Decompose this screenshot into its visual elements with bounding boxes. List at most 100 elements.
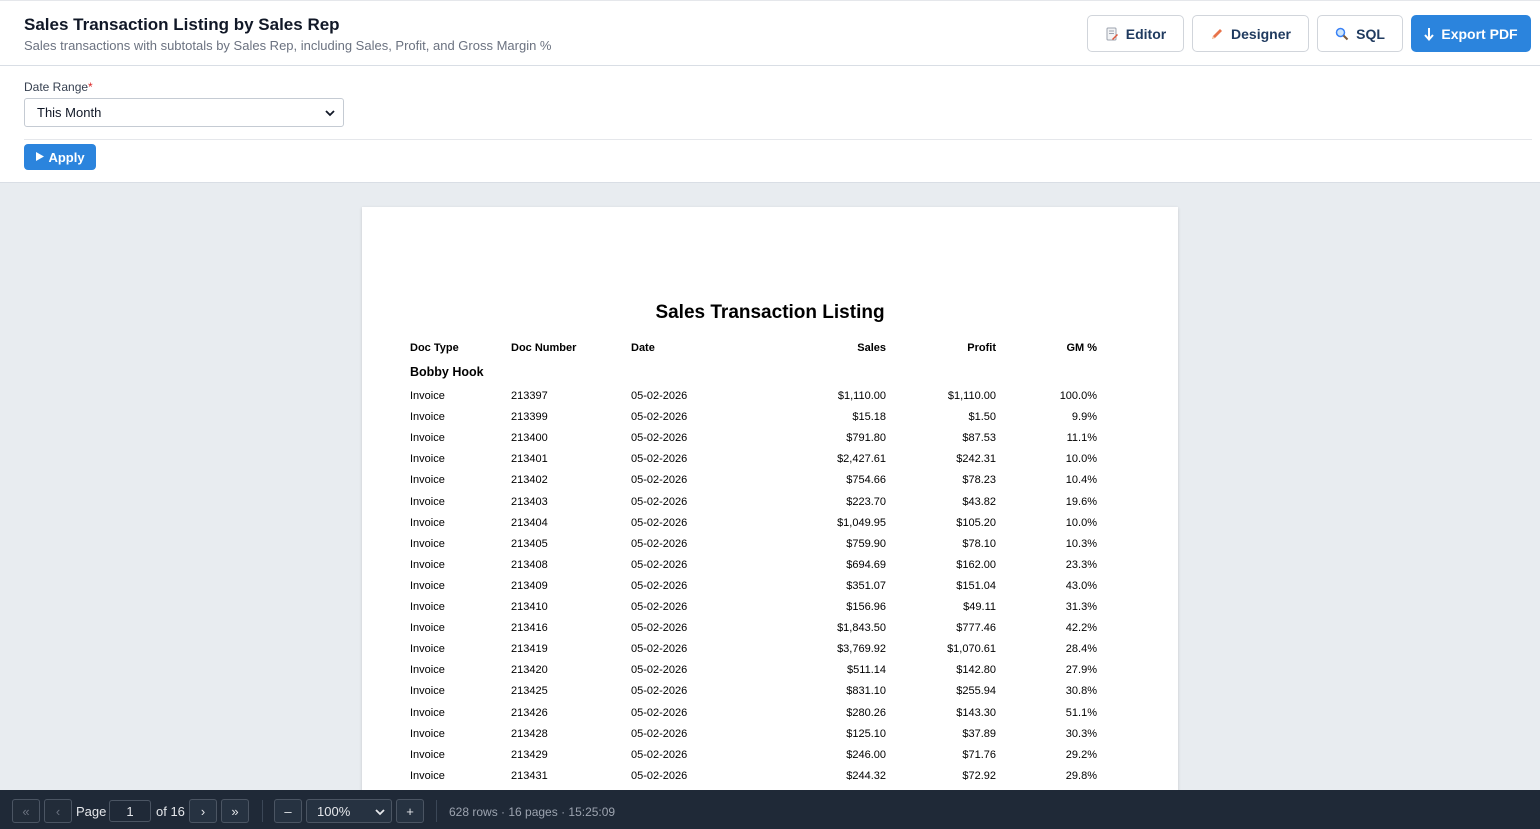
cell-profit: $1.50	[968, 411, 996, 424]
cell-gm: 10.3%	[1065, 537, 1097, 550]
cell-date: 05-02-2026	[631, 558, 688, 571]
download-arrow-icon	[1424, 27, 1435, 41]
cell-date: 05-02-2026	[631, 706, 688, 719]
table-row: Invoice 213402 05-02-2026 $754.66 $78.23 10.4…	[362, 474, 1178, 495]
next-page-button[interactable]: ›	[189, 799, 217, 823]
chevron-down-icon	[375, 804, 385, 819]
cell-doc-number: 213402	[511, 474, 548, 487]
cell-sales: $156.96	[846, 601, 886, 613]
editor-button-label: Editor	[1125, 25, 1167, 42]
cell-doc-number: 213400	[511, 432, 548, 445]
cell-gm: 27.9%	[1065, 664, 1097, 677]
filter-panel: Date Range* This Month Apply	[0, 66, 1540, 183]
cell-doc-number: 213428	[511, 727, 548, 740]
cell-date: 05-02-2026	[631, 495, 688, 508]
pager-bar: « ‹ Page 1 of 16 › » – 100% + 628 rows ·…	[0, 790, 1540, 829]
cell-sales: $831.10	[846, 685, 886, 698]
prev-page-button[interactable]: ‹	[44, 799, 72, 823]
cell-date: 05-02-2026	[631, 537, 688, 550]
cell-sales: $1,843.50	[837, 622, 886, 635]
zoom-out-button[interactable]: –	[274, 799, 302, 823]
cell-doc-number: 213425	[511, 685, 548, 698]
cell-doc-type: Invoice	[410, 453, 445, 466]
play-icon	[35, 150, 45, 165]
cell-date: 05-02-2026	[631, 579, 688, 592]
cell-doc-type: Invoice	[410, 622, 445, 635]
chevron-down-icon	[325, 105, 335, 120]
cell-gm: 51.1%	[1065, 706, 1097, 719]
cell-doc-number: 213410	[511, 601, 548, 613]
table-row: Invoice 213408 05-02-2026 $694.69 $162.00 23.…	[362, 559, 1178, 580]
designer-button-label: Designer	[1231, 25, 1291, 42]
cell-profit: $37.89	[962, 727, 996, 740]
cell-profit: $143.30	[956, 706, 996, 719]
cell-sales: $2,427.61	[837, 453, 886, 466]
cell-date: 05-02-2026	[631, 474, 688, 487]
cell-gm: 29.8%	[1065, 769, 1097, 782]
table-row: Invoice 213399 05-02-2026 $15.18 $1.50 9.9%	[362, 411, 1178, 432]
cell-sales: $694.69	[846, 558, 886, 571]
cell-doc-type: Invoice	[410, 474, 445, 487]
cell-profit: $777.46	[956, 622, 996, 635]
cell-sales: $246.00	[846, 748, 886, 761]
required-marker: *	[88, 80, 93, 94]
cell-doc-type: Invoice	[410, 601, 445, 613]
column-header-gm: GM %	[1066, 342, 1097, 354]
cell-sales: $223.70	[846, 495, 886, 508]
cell-doc-number: 213403	[511, 495, 548, 508]
cell-doc-type: Invoice	[410, 390, 445, 402]
cell-gm: 42.2%	[1065, 622, 1097, 635]
cell-doc-number: 213420	[511, 664, 548, 677]
cell-profit: $242.31	[956, 453, 996, 466]
report-viewer[interactable]: Sales Transaction Listing Doc Type Doc N…	[0, 183, 1540, 790]
table-row: Invoice 213420 05-02-2026 $511.14 $142.80 27.…	[362, 664, 1178, 685]
table-row: Invoice 213397 05-02-2026 $1,110.00 $1,110.0…	[362, 390, 1178, 411]
cell-doc-number: 213409	[511, 579, 548, 592]
cell-gm: 30.8%	[1065, 685, 1097, 698]
report-page: Sales Transaction Listing Doc Type Doc N…	[362, 207, 1178, 790]
zoom-in-button[interactable]: +	[396, 799, 424, 823]
cell-gm: 31.3%	[1065, 601, 1097, 613]
date-range-select[interactable]: This Month	[24, 98, 344, 127]
cell-date: 05-02-2026	[631, 727, 688, 740]
editor-button[interactable]: Editor	[1087, 15, 1184, 52]
page-label: Page	[76, 804, 107, 819]
filter-divider	[24, 139, 1532, 140]
cell-doc-number: 213416	[511, 622, 548, 635]
cell-profit: $142.80	[956, 664, 996, 677]
cell-profit: $78.10	[962, 537, 996, 550]
table-row: Invoice 213431 05-02-2026 $244.32 $72.92 29.8…	[362, 770, 1178, 790]
page-number-input[interactable]: 1	[109, 800, 151, 822]
cell-gm: 29.2%	[1065, 748, 1097, 761]
cell-profit: $71.76	[962, 748, 996, 761]
cell-gm: 30.3%	[1065, 727, 1097, 740]
table-row: Invoice 213400 05-02-2026 $791.80 $87.53 11.1…	[362, 432, 1178, 453]
column-header-sales: Sales	[857, 342, 886, 354]
table-row: Invoice 213429 05-02-2026 $246.00 $71.76 29.2…	[362, 749, 1178, 770]
export-pdf-button[interactable]: Export PDF	[1411, 15, 1531, 52]
last-page-button[interactable]: »	[221, 799, 249, 823]
cell-doc-number: 213419	[511, 643, 548, 656]
table-row: Invoice 213428 05-02-2026 $125.10 $37.89 30.3…	[362, 728, 1178, 749]
column-header-date: Date	[631, 342, 655, 354]
cell-doc-number: 213429	[511, 748, 548, 761]
table-row: Invoice 213425 05-02-2026 $831.10 $255.94 30.…	[362, 685, 1178, 706]
cell-gm: 43.0%	[1065, 579, 1097, 592]
cell-gm: 100.0%	[1059, 390, 1097, 402]
cell-sales: $244.32	[846, 769, 886, 782]
table-row: Invoice 213426 05-02-2026 $280.26 $143.30 51.…	[362, 707, 1178, 728]
date-range-value: This Month	[37, 105, 102, 120]
apply-button[interactable]: Apply	[24, 144, 96, 170]
sql-button-label: SQL	[1356, 25, 1385, 42]
zoom-select[interactable]: 100%	[306, 799, 392, 823]
table-row: Invoice 213419 05-02-2026 $3,769.92 $1,070.6…	[362, 643, 1178, 664]
cell-gm: 9.9%	[1071, 411, 1097, 424]
cell-sales: $280.26	[846, 706, 886, 719]
first-page-button[interactable]: «	[12, 799, 40, 823]
cell-doc-type: Invoice	[410, 769, 445, 782]
cell-profit: $87.53	[962, 432, 996, 445]
designer-button[interactable]: Designer	[1192, 15, 1309, 52]
sql-button[interactable]: SQL	[1317, 15, 1403, 52]
cell-doc-type: Invoice	[410, 685, 445, 698]
table-row: Invoice 213409 05-02-2026 $351.07 $151.04 43.…	[362, 580, 1178, 601]
